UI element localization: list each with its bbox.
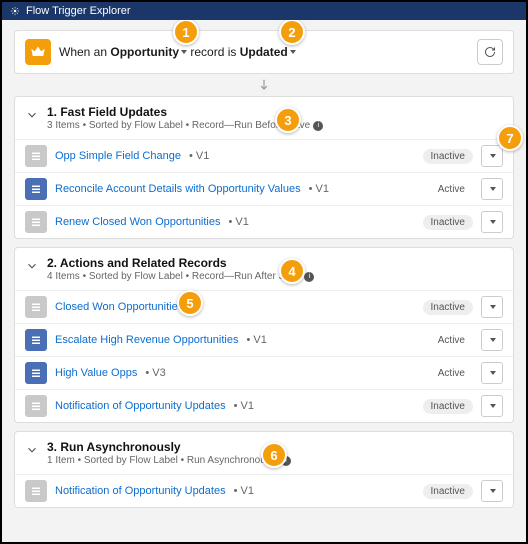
section-header[interactable]: 1. Fast Field Updates 3 Items • Sorted b… xyxy=(15,97,513,139)
flow-icon xyxy=(25,329,47,351)
status-badge: Inactive xyxy=(423,215,473,230)
chevron-down-icon xyxy=(25,443,39,457)
object-dropdown[interactable]: Opportunity xyxy=(110,45,187,59)
row-actions-button[interactable] xyxy=(481,145,503,167)
callout-6: 6 xyxy=(261,442,287,468)
flow-version: • V1 xyxy=(234,485,254,497)
flow-icon xyxy=(25,296,47,318)
section-fast-field-updates: 1. Fast Field Updates 3 Items • Sorted b… xyxy=(14,96,514,239)
trigger-object: Opportunity xyxy=(110,45,179,59)
flow-arrow xyxy=(14,78,514,92)
info-icon[interactable]: i xyxy=(304,272,314,282)
flow-version: • V1 xyxy=(234,400,254,412)
app-window: Flow Trigger Explorer When an Opportunit… xyxy=(0,0,528,544)
crown-icon xyxy=(25,39,51,65)
flow-icon xyxy=(25,178,47,200)
flow-link[interactable]: Renew Closed Won Opportunities xyxy=(55,216,221,228)
section-title: 2. Actions and Related Records xyxy=(47,256,314,270)
row-actions-button[interactable] xyxy=(481,211,503,233)
status-badge: Inactive xyxy=(423,484,473,499)
operation-dropdown[interactable]: Updated xyxy=(240,45,296,59)
row-actions-button[interactable] xyxy=(481,178,503,200)
flow-icon xyxy=(25,145,47,167)
flow-link[interactable]: Reconcile Account Details with Opportuni… xyxy=(55,183,301,195)
flow-link[interactable]: Escalate High Revenue Opportunities xyxy=(55,334,238,346)
refresh-button[interactable] xyxy=(477,39,503,65)
trigger-mid: record is xyxy=(190,45,236,59)
callout-1: 1 xyxy=(173,20,199,45)
status-badge: Inactive xyxy=(423,399,473,414)
flow-icon xyxy=(25,362,47,384)
section-actions-related: 2. Actions and Related Records 4 Items •… xyxy=(14,247,514,423)
flow-link[interactable]: Notification of Opportunity Updates xyxy=(55,400,226,412)
row-actions-button[interactable] xyxy=(481,362,503,384)
flow-row: Notification of Opportunity Updates • V1… xyxy=(15,389,513,422)
row-actions-button[interactable] xyxy=(481,480,503,502)
trigger-text: When an Opportunity record is Updated xyxy=(59,45,296,59)
body: When an Opportunity record is Updated 1 … xyxy=(2,20,526,542)
flow-row: Reconcile Account Details with Opportuni… xyxy=(15,172,513,205)
section-run-async: 3. Run Asynchronously 1 Item • Sorted by… xyxy=(14,431,514,508)
status-badge: Inactive xyxy=(423,300,473,315)
flow-row: Closed Won Opportunities Inactive xyxy=(15,290,513,323)
chevron-down-icon xyxy=(25,108,39,122)
flow-link[interactable]: Closed Won Opportunities xyxy=(55,301,183,313)
flow-link[interactable]: Notification of Opportunity Updates xyxy=(55,485,226,497)
flow-version: • V3 xyxy=(145,367,165,379)
app-icon xyxy=(10,6,20,16)
flow-icon xyxy=(25,211,47,233)
row-actions-button[interactable] xyxy=(481,395,503,417)
flow-row: Escalate High Revenue Opportunities • V1… xyxy=(15,323,513,356)
status-badge: Inactive xyxy=(423,149,473,164)
chevron-down-icon xyxy=(181,50,187,54)
app-title: Flow Trigger Explorer xyxy=(26,5,131,17)
status-badge: Active xyxy=(430,366,473,381)
callout-7: 7 xyxy=(497,125,523,151)
titlebar: Flow Trigger Explorer xyxy=(2,2,526,20)
flow-version: • V1 xyxy=(246,334,266,346)
trigger-prefix: When an xyxy=(59,45,107,59)
row-actions-button[interactable] xyxy=(481,296,503,318)
flow-icon xyxy=(25,480,47,502)
flow-version: • V1 xyxy=(309,183,329,195)
status-badge: Active xyxy=(430,182,473,197)
section-title: 3. Run Asynchronously xyxy=(47,440,291,454)
status-badge: Active xyxy=(430,333,473,348)
trigger-bar: When an Opportunity record is Updated 1 … xyxy=(14,30,514,74)
flow-icon xyxy=(25,395,47,417)
callout-3: 3 xyxy=(275,107,301,133)
chevron-down-icon xyxy=(290,50,296,54)
section-subtitle: 1 Item • Sorted by Flow Label • Run Asyn… xyxy=(47,455,291,466)
flow-link[interactable]: High Value Opps xyxy=(55,367,137,379)
flow-row: Notification of Opportunity Updates • V1… xyxy=(15,474,513,507)
flow-row: High Value Opps • V3 Active xyxy=(15,356,513,389)
chevron-down-icon xyxy=(25,259,39,273)
section-subtitle: 4 Items • Sorted by Flow Label • Record—… xyxy=(47,271,314,282)
flow-row: Renew Closed Won Opportunities • V1 Inac… xyxy=(15,205,513,238)
row-actions-button[interactable] xyxy=(481,329,503,351)
callout-5: 5 xyxy=(177,290,203,316)
section-header[interactable]: 2. Actions and Related Records 4 Items •… xyxy=(15,248,513,290)
flow-version: • V1 xyxy=(229,216,249,228)
flow-row: Opp Simple Field Change • V1 Inactive xyxy=(15,139,513,172)
info-icon[interactable]: i xyxy=(313,121,323,131)
callout-2: 2 xyxy=(279,20,305,45)
trigger-operation: Updated xyxy=(240,45,288,59)
callout-4: 4 xyxy=(279,258,305,284)
flow-link[interactable]: Opp Simple Field Change xyxy=(55,150,181,162)
flow-version: • V1 xyxy=(189,150,209,162)
